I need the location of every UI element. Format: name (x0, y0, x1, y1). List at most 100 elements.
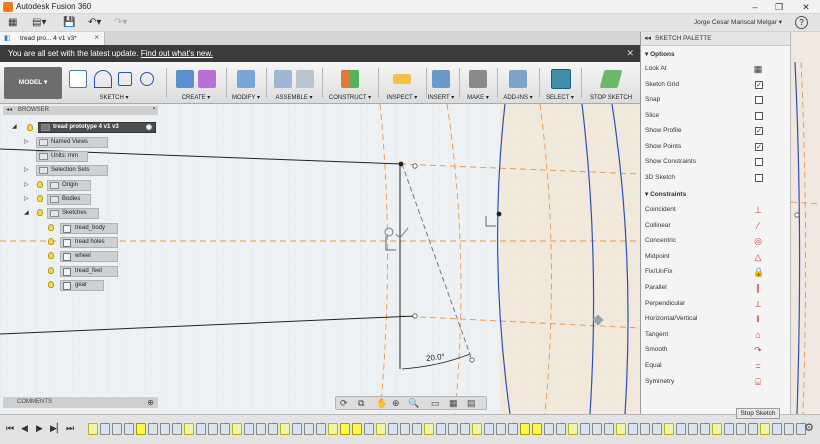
timeline-feature[interactable] (256, 423, 266, 435)
constraint-perpendicular[interactable]: Perpendicular ⟂ (645, 297, 785, 311)
tangent-icon[interactable]: ⌂ (753, 330, 763, 340)
timeline-feature[interactable] (688, 423, 698, 435)
joint-icon[interactable] (296, 70, 314, 88)
timeline-feature[interactable] (148, 423, 158, 435)
go-to-end-icon[interactable]: ⏭ (66, 423, 74, 434)
checkbox[interactable]: ✓ (755, 127, 763, 135)
measure-icon[interactable] (393, 74, 411, 84)
checkbox[interactable] (755, 158, 763, 166)
lock-icon[interactable]: 🔒 (753, 267, 764, 277)
timeline-feature[interactable] (220, 423, 230, 435)
timeline-feature[interactable] (592, 423, 602, 435)
line-tool-icon[interactable] (94, 70, 112, 88)
browser-item-named-views[interactable]: Named Views (36, 137, 108, 148)
smooth-icon[interactable]: ↷ (753, 345, 763, 355)
pin-icon[interactable]: ▪ (153, 106, 155, 112)
timeline-feature[interactable] (508, 423, 518, 435)
press-pull-icon[interactable] (237, 70, 255, 88)
visibility-bulb-icon[interactable] (48, 281, 54, 288)
make-group[interactable]: MAKE ▾ (461, 65, 495, 103)
viewports-icon[interactable]: ▤ (467, 398, 476, 409)
zoom-icon[interactable]: ⊕ (392, 398, 400, 409)
browser-item-units[interactable]: Units: mm (36, 151, 88, 162)
timeline-feature[interactable] (268, 423, 278, 435)
modify-group[interactable]: MODIFY ▾ (228, 65, 264, 103)
timeline-feature[interactable] (160, 423, 170, 435)
timeline-feature[interactable] (172, 423, 182, 435)
visibility-bulb-icon[interactable] (48, 267, 54, 274)
timeline-feature[interactable] (340, 423, 350, 435)
timeline-feature[interactable] (664, 423, 674, 435)
undo-icon[interactable]: ↶▾ (88, 17, 101, 29)
browser-item-sketches[interactable]: Sketches (47, 208, 99, 219)
orbit-icon[interactable]: ⟳ (340, 398, 348, 409)
constraint-equal[interactable]: Equal = (645, 359, 785, 373)
pan-hand-icon[interactable]: ✋ (376, 398, 387, 409)
timeline-feature[interactable] (460, 423, 470, 435)
sketch-item-tread-body[interactable]: tread_body (60, 223, 118, 234)
browser-root-component[interactable]: tread prototype 4 v1 v3 ◉ (38, 122, 156, 133)
constraint-midpoint[interactable]: Midpoint △ (645, 250, 785, 264)
file-menu-icon[interactable]: ▤▾ (32, 17, 46, 29)
timeline-feature[interactable] (88, 423, 98, 435)
timeline-feature[interactable] (364, 423, 374, 435)
timeline-feature[interactable] (424, 423, 434, 435)
redo-icon[interactable]: ↷▾ (114, 17, 127, 29)
constraints-section-header[interactable]: ▾ Constraints (645, 190, 686, 198)
close-button[interactable]: ✕ (795, 0, 817, 14)
timeline-feature[interactable] (616, 423, 626, 435)
horizontal-vertical-icon[interactable]: ‖ (753, 314, 763, 324)
timeline-feature[interactable] (400, 423, 410, 435)
grid-settings-icon[interactable]: ▦ (449, 398, 458, 409)
timeline-feature[interactable] (208, 423, 218, 435)
new-component-icon[interactable] (274, 70, 292, 88)
timeline-feature[interactable] (784, 423, 794, 435)
constraint-collinear[interactable]: Collinear ⁄ (645, 219, 785, 233)
create-group[interactable]: CREATE ▾ (168, 65, 224, 103)
sketch-item-gear[interactable]: gear (60, 280, 104, 291)
sketch-item-tread-feet[interactable]: tread_feet (60, 266, 118, 277)
display-settings-icon[interactable]: ▭ (431, 398, 440, 409)
browser-item-selection-sets[interactable]: Selection Sets (36, 165, 108, 176)
timeline-feature[interactable] (748, 423, 758, 435)
stop-sketch-button[interactable]: Stop Sketch (736, 408, 780, 419)
expand-triangle-icon[interactable]: ▷ (24, 166, 29, 173)
timeline-feature[interactable] (316, 423, 326, 435)
3d-print-icon[interactable] (469, 70, 487, 88)
sketch-point[interactable] (412, 163, 418, 169)
sketch-item-tread-holes[interactable]: tread holes (60, 237, 118, 248)
timeline-feature[interactable] (556, 423, 566, 435)
timeline-feature[interactable] (124, 423, 134, 435)
create-sketch-icon[interactable] (69, 70, 87, 88)
timeline-feature[interactable] (232, 423, 242, 435)
collinear-icon[interactable]: ⁄ (753, 221, 763, 231)
checkbox[interactable]: ✓ (755, 142, 763, 151)
visibility-bulb-icon[interactable] (27, 124, 33, 131)
timeline-feature[interactable] (376, 423, 386, 435)
user-account-menu[interactable]: Jorge Cesar Mariscal Melgar ▾ (694, 18, 782, 26)
save-icon[interactable]: 💾 (63, 17, 75, 29)
extrude-icon[interactable] (176, 70, 194, 88)
constraint-coincident[interactable]: Coincident ⊥ (645, 203, 785, 217)
add-ins-group[interactable]: ADD-INS ▾ (499, 65, 537, 103)
zoom-window-icon[interactable]: 🔍 (408, 398, 419, 409)
symmetry-icon[interactable]: ⌸ (753, 377, 763, 387)
close-tab-icon[interactable]: × (94, 33, 99, 42)
sketch-item-wheel[interactable]: wheel (60, 251, 118, 262)
timeline-feature[interactable] (496, 423, 506, 435)
checkbox[interactable] (755, 173, 763, 182)
sketch-point[interactable] (496, 211, 502, 217)
collapse-arrows-icon[interactable]: ◂◂ (6, 106, 12, 113)
constraint-tangent[interactable]: Tangent ⌂ (645, 328, 785, 342)
timeline-feature[interactable] (724, 423, 734, 435)
timeline-feature[interactable] (412, 423, 422, 435)
rectangle-tool-icon[interactable] (118, 72, 132, 86)
timeline-feature[interactable] (652, 423, 662, 435)
timeline-feature[interactable] (532, 423, 542, 435)
timeline-feature[interactable] (352, 423, 362, 435)
constraint-concentric[interactable]: Concentric ◎ (645, 234, 785, 248)
select-cursor-icon[interactable] (551, 69, 571, 89)
timeline-feature[interactable] (604, 423, 614, 435)
timeline-feature[interactable] (580, 423, 590, 435)
select-group[interactable]: SELECT ▾ (541, 65, 579, 103)
